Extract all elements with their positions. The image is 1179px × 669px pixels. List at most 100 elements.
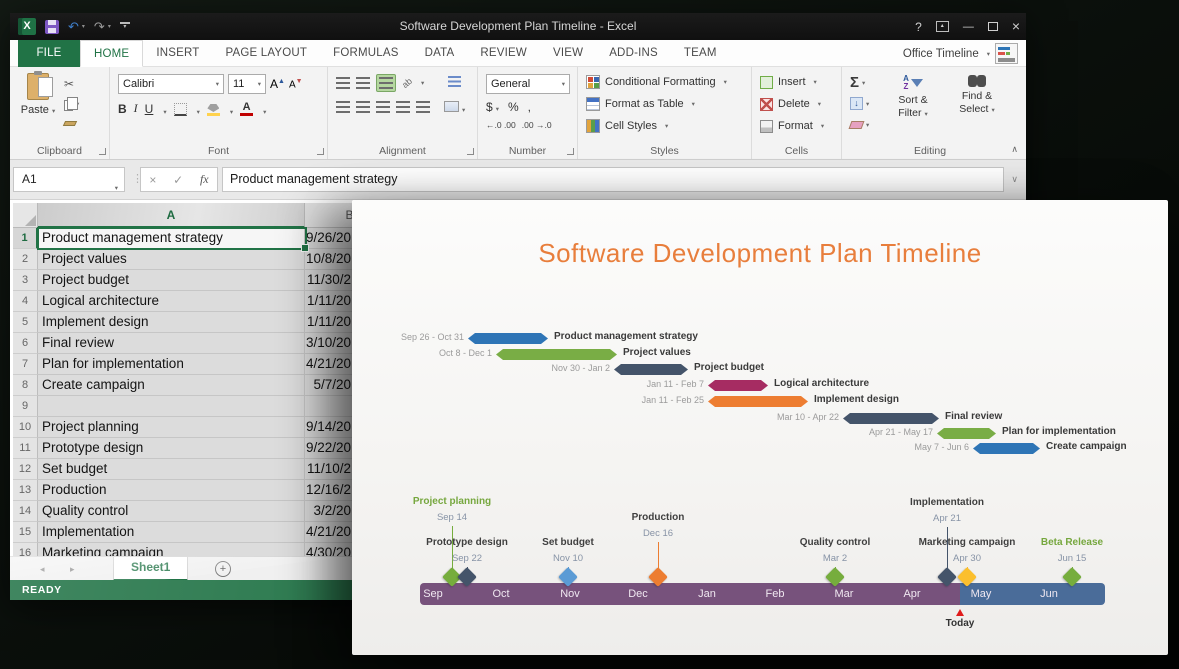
name-box[interactable]: A1▾: [13, 167, 125, 192]
clipboard-dialog-launcher-icon[interactable]: [99, 148, 106, 155]
format-as-table-button[interactable]: Format as Table▾: [578, 93, 751, 115]
row-header-13[interactable]: 13: [13, 480, 38, 501]
format-button[interactable]: Format▾: [752, 115, 841, 137]
number-format-select[interactable]: General▾: [486, 74, 570, 94]
row-header-16[interactable]: 16: [13, 543, 38, 556]
row-header-12[interactable]: 12: [13, 459, 38, 480]
decrease-decimal-button[interactable]: .00 →.0: [522, 120, 552, 130]
help-button[interactable]: ?: [915, 20, 922, 34]
cell-A1[interactable]: Product management strategy: [38, 228, 305, 249]
cell-A3[interactable]: Project budget: [38, 270, 305, 291]
tab-add-ins[interactable]: ADD-INS: [596, 40, 671, 67]
underline-button[interactable]: U: [145, 102, 154, 116]
font-dialog-launcher-icon[interactable]: [317, 148, 324, 155]
tab-review[interactable]: REVIEW: [467, 40, 540, 67]
sheet-nav-prev-icon[interactable]: ◂: [40, 564, 45, 575]
sheet-nav-next-icon[interactable]: ▸: [70, 564, 75, 575]
row-header-5[interactable]: 5: [13, 312, 38, 333]
collapse-ribbon-icon[interactable]: ∧: [1011, 144, 1018, 155]
align-right-icon[interactable]: [376, 101, 390, 113]
row-header-15[interactable]: 15: [13, 522, 38, 543]
increase-indent-icon[interactable]: [416, 101, 430, 113]
align-middle-icon[interactable]: [356, 77, 370, 89]
cell-A16[interactable]: Marketing campaign: [38, 543, 305, 556]
align-bottom-selected[interactable]: [376, 74, 396, 92]
sort-filter-button[interactable]: AZ Sort & Filter▾: [890, 75, 936, 121]
insert-function-icon[interactable]: fx: [200, 172, 209, 187]
select-all-corner[interactable]: [13, 203, 38, 228]
font-size-select[interactable]: 11▾: [228, 74, 266, 94]
grow-font-button[interactable]: A▲: [270, 77, 285, 91]
align-top-icon[interactable]: [336, 77, 350, 89]
row-header-14[interactable]: 14: [13, 501, 38, 522]
alignment-dialog-launcher-icon[interactable]: [467, 148, 474, 155]
cell-A13[interactable]: Production: [38, 480, 305, 501]
new-sheet-button[interactable]: +: [215, 561, 231, 577]
wrap-text-icon[interactable]: [448, 76, 461, 87]
fill-button[interactable]: ↓▾: [850, 95, 869, 112]
row-header-2[interactable]: 2: [13, 249, 38, 270]
find-select-button[interactable]: Find & Select▾: [954, 75, 1000, 117]
sheet-tab-sheet1[interactable]: Sheet1: [113, 557, 188, 581]
office-timeline-icon[interactable]: [995, 43, 1018, 64]
minimize-button[interactable]: —: [963, 22, 974, 32]
cell-A2[interactable]: Project values: [38, 249, 305, 270]
tab-data[interactable]: DATA: [412, 40, 468, 67]
cancel-entry-icon[interactable]: ×: [149, 173, 156, 187]
align-center-icon[interactable]: [356, 101, 370, 113]
shrink-font-button[interactable]: A▼: [289, 78, 303, 90]
copy-button[interactable]: ▾: [64, 95, 79, 112]
insert-button[interactable]: Insert▾: [752, 71, 841, 93]
cell-A15[interactable]: Implementation: [38, 522, 305, 543]
font-color-button[interactable]: A: [240, 102, 253, 116]
autosum-button[interactable]: Σ▾: [850, 74, 869, 91]
cut-button[interactable]: ✂: [64, 75, 79, 92]
maximize-button[interactable]: [988, 22, 998, 31]
close-button[interactable]: ×: [1012, 20, 1020, 33]
orientation-icon[interactable]: ab: [400, 76, 414, 90]
tab-page-layout[interactable]: PAGE LAYOUT: [212, 40, 320, 67]
bold-button[interactable]: B: [118, 102, 127, 116]
font-name-select[interactable]: Calibri▾: [118, 74, 224, 94]
tab-file[interactable]: FILE: [18, 40, 80, 67]
tab-insert[interactable]: INSERT: [143, 40, 212, 67]
cell-A7[interactable]: Plan for implementation: [38, 354, 305, 375]
formula-input[interactable]: Product management strategy: [222, 167, 1004, 192]
cell-A4[interactable]: Logical architecture: [38, 291, 305, 312]
name-box-dropdown-icon[interactable]: ▾: [115, 177, 118, 200]
row-header-4[interactable]: 4: [13, 291, 38, 312]
enter-entry-icon[interactable]: ✓: [173, 173, 183, 187]
cell-A10[interactable]: Project planning: [38, 417, 305, 438]
tab-formulas[interactable]: FORMULAS: [320, 40, 412, 67]
borders-icon[interactable]: [174, 103, 187, 116]
office-timeline-button[interactable]: Office Timeline ▾: [903, 40, 1018, 67]
conditional-formatting-button[interactable]: Conditional Formatting▾: [578, 71, 751, 93]
currency-button[interactable]: $▾: [486, 100, 499, 114]
tab-team[interactable]: TEAM: [671, 40, 730, 67]
row-header-11[interactable]: 11: [13, 438, 38, 459]
comma-button[interactable]: ,: [528, 100, 531, 114]
paste-button[interactable]: Paste▾: [18, 73, 58, 143]
tab-view[interactable]: VIEW: [540, 40, 596, 67]
cell-A5[interactable]: Implement design: [38, 312, 305, 333]
cell-A12[interactable]: Set budget: [38, 459, 305, 480]
cell-A9[interactable]: [38, 396, 305, 417]
increase-decimal-button[interactable]: ←.0 .00: [486, 120, 516, 130]
clear-button[interactable]: ▾: [850, 116, 869, 133]
row-header-8[interactable]: 8: [13, 375, 38, 396]
tab-home[interactable]: HOME: [80, 40, 143, 67]
italic-button[interactable]: I: [134, 101, 138, 116]
fill-color-button[interactable]: [207, 104, 220, 116]
cell-A6[interactable]: Final review: [38, 333, 305, 354]
row-header-9[interactable]: 9: [13, 396, 38, 417]
row-header-10[interactable]: 10: [13, 417, 38, 438]
row-header-1[interactable]: 1: [13, 228, 38, 249]
align-left-icon[interactable]: [336, 101, 350, 113]
column-header-A[interactable]: A: [38, 203, 305, 228]
expand-formula-bar-icon[interactable]: ∨: [1011, 174, 1018, 185]
cell-A11[interactable]: Prototype design: [38, 438, 305, 459]
decrease-indent-icon[interactable]: [396, 101, 410, 113]
ribbon-display-options-button[interactable]: ▴: [936, 21, 949, 32]
row-header-6[interactable]: 6: [13, 333, 38, 354]
number-dialog-launcher-icon[interactable]: [567, 148, 574, 155]
